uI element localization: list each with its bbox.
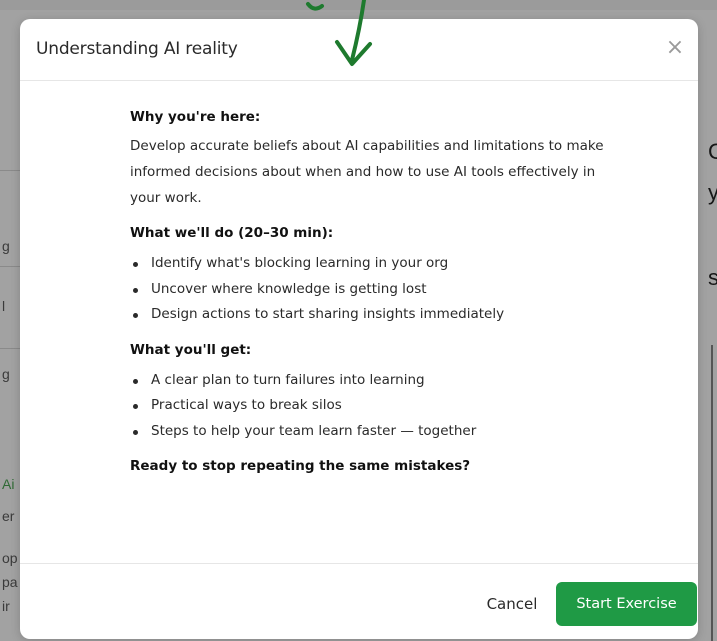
arrow-down-annotation-icon	[306, 0, 372, 66]
background-text-fragment: op	[2, 550, 18, 566]
section-heading: Why you're here:	[130, 109, 261, 125]
list-item: A clear plan to turn failures into learn…	[130, 368, 610, 394]
start-exercise-button[interactable]: Start Exercise	[556, 582, 697, 626]
section-what-we-do: What we'll do (20–30 min): Identify what…	[130, 225, 610, 328]
background-right-content: C y s	[696, 115, 717, 641]
background-text-fragment: g	[2, 238, 10, 254]
list-item: Steps to help your team learn faster — t…	[130, 419, 610, 445]
background-text-fragment: g	[2, 366, 10, 382]
section-paragraph: Develop accurate beliefs about AI capabi…	[130, 138, 604, 206]
bullet-list: Identify what's blocking learning in you…	[130, 251, 610, 328]
modal-title: Understanding AI reality	[36, 39, 238, 59]
list-item: Uncover where knowledge is getting lost	[130, 277, 610, 303]
background-divider	[0, 348, 20, 349]
background-left-content: g l g Ai er op pa ir	[0, 170, 20, 630]
section-why: Why you're here: Develop accurate belief…	[130, 109, 610, 211]
background-text-fragment: s	[708, 265, 717, 290]
background-text-fragment: C	[708, 139, 717, 164]
background-divider	[711, 345, 713, 641]
section-heading: Ready to stop repeating the same mistake…	[130, 458, 471, 474]
background-text-fragment: pa	[2, 574, 18, 590]
section-heading: What we'll do (20–30 min):	[130, 225, 334, 241]
close-icon[interactable]: ×	[664, 37, 686, 59]
background-text-fragment: Ai	[2, 476, 15, 492]
list-item: Design actions to start sharing insights…	[130, 302, 610, 328]
background-divider	[0, 266, 20, 267]
bullet-list: A clear plan to turn failures into learn…	[130, 368, 610, 445]
background-divider	[0, 170, 20, 171]
list-item: Practical ways to break silos	[130, 393, 610, 419]
section-heading: What you'll get:	[130, 341, 252, 358]
background-text-fragment: y	[708, 180, 717, 205]
modal-footer: Cancel Start Exercise	[20, 563, 698, 639]
list-item: Identify what's blocking learning in you…	[130, 251, 610, 277]
background-text-fragment: er	[2, 508, 15, 524]
section-call-to-action: Ready to stop repeating the same mistake…	[130, 458, 610, 474]
modal-body: Why you're here: Develop accurate belief…	[130, 109, 610, 490]
section-what-you-get: What you'll get: A clear plan to turn fa…	[130, 342, 610, 445]
background-text-fragment: l	[2, 298, 6, 314]
modal-dialog: Understanding AI reality × Why you're he…	[20, 19, 698, 639]
cancel-button[interactable]: Cancel	[472, 583, 552, 625]
background-text-fragment: ir	[2, 598, 10, 614]
